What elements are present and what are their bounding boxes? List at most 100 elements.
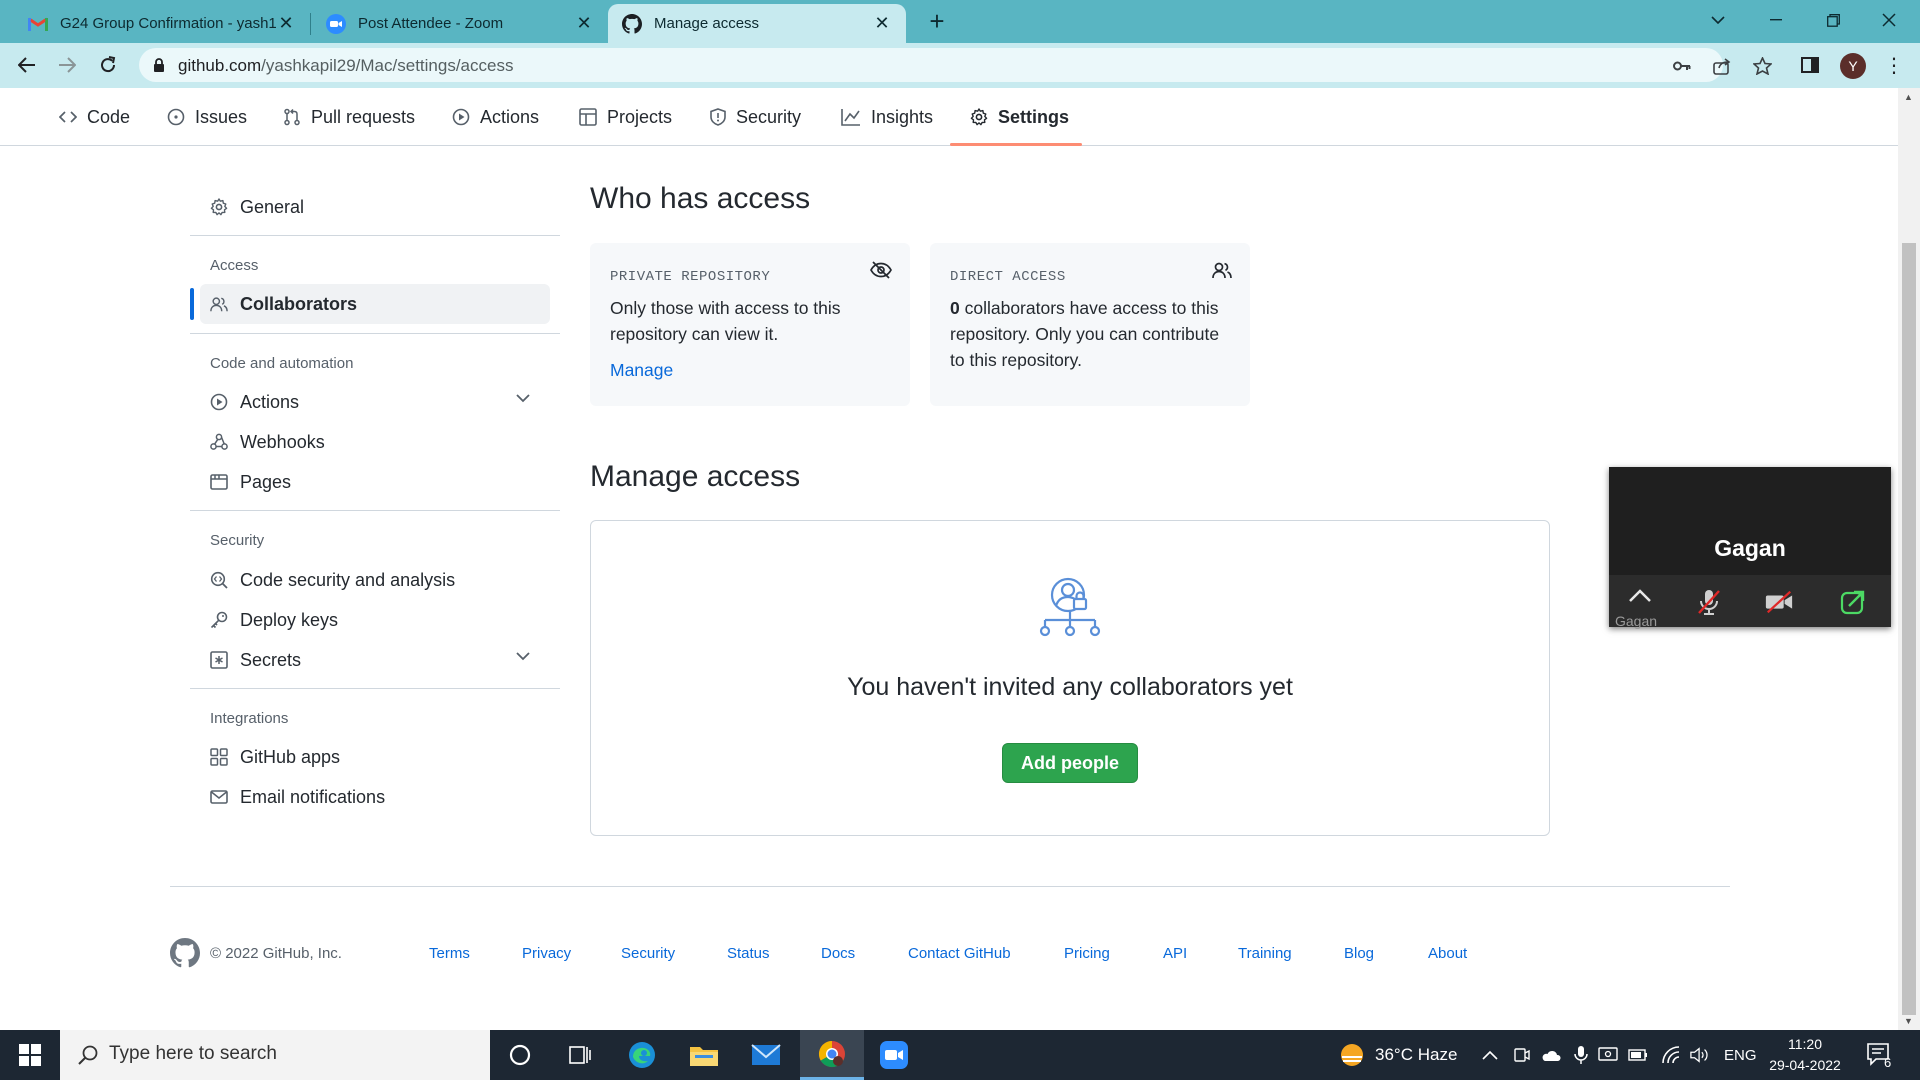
back-button[interactable] — [12, 50, 42, 80]
sidebar-item-code-security[interactable]: Code security and analysis — [190, 560, 550, 600]
repo-tab-pull-requests[interactable]: Pull requests — [283, 88, 415, 146]
key-icon[interactable] — [1672, 56, 1692, 76]
close-tab-icon[interactable]: ✕ — [276, 13, 296, 34]
profile-avatar[interactable]: Y — [1840, 53, 1866, 79]
page-scrollbar[interactable]: ▲ ▼ — [1898, 88, 1920, 1030]
chrome-taskbar-icon[interactable] — [800, 1030, 864, 1080]
side-panel-icon[interactable] — [1799, 54, 1821, 76]
sidebar-item-label: Webhooks — [240, 431, 325, 452]
chevron-down-icon[interactable] — [516, 394, 530, 403]
onedrive-icon[interactable] — [1541, 1045, 1561, 1065]
footer-link-privacy[interactable]: Privacy — [522, 945, 571, 962]
projector-icon[interactable] — [1598, 1045, 1618, 1065]
windows-start-icon[interactable] — [0, 1030, 60, 1080]
collaborators-illustration-icon — [1038, 577, 1102, 646]
play-icon — [452, 108, 470, 126]
codescan-icon — [210, 571, 228, 589]
browser-tab-zoom[interactable]: Post Attendee - Zoom ✕ — [312, 4, 608, 43]
repo-tab-actions[interactable]: Actions — [452, 88, 539, 146]
footer-link-security[interactable]: Security — [621, 945, 675, 962]
share-icon[interactable] — [1712, 56, 1732, 76]
microphone-icon[interactable] — [1571, 1045, 1591, 1065]
speaker-icon[interactable] — [1690, 1045, 1710, 1065]
footer-link-docs[interactable]: Docs — [821, 945, 855, 962]
tab-search-icon[interactable] — [1695, 0, 1741, 40]
taskbar-search-box[interactable]: Type here to search — [60, 1030, 490, 1080]
battery-icon[interactable] — [1628, 1045, 1648, 1065]
browser-menu-icon[interactable]: ⋮ — [1884, 53, 1904, 79]
repo-tab-issues[interactable]: Issues — [167, 88, 247, 146]
play-icon — [210, 393, 228, 411]
repo-tab-code[interactable]: Code — [59, 88, 130, 146]
taskbar-clock[interactable]: 11:20 29-04-2022 — [1760, 1034, 1850, 1076]
weather-text[interactable]: 36°C Haze — [1375, 1030, 1457, 1080]
manage-visibility-link[interactable]: Manage — [610, 360, 673, 381]
restore-button[interactable] — [1810, 0, 1856, 40]
close-window-button[interactable] — [1866, 0, 1912, 40]
footer-link-api[interactable]: API — [1163, 945, 1187, 962]
file-explorer-icon[interactable] — [674, 1030, 734, 1080]
browser-tab-gmail[interactable]: G24 Group Confirmation - yash1@ ✕ — [14, 4, 310, 43]
chevron-up-icon[interactable] — [1625, 581, 1655, 611]
share-screen-icon[interactable] — [1838, 587, 1868, 617]
close-tab-icon[interactable]: ✕ — [872, 13, 892, 34]
sidebar-item-email-notifications[interactable]: Email notifications — [190, 777, 550, 817]
footer-link-about[interactable]: About — [1428, 945, 1467, 962]
key-icon — [210, 611, 228, 629]
mic-muted-icon[interactable] — [1694, 587, 1724, 617]
footer-link-status[interactable]: Status — [727, 945, 770, 962]
manage-access-heading: Manage access — [590, 460, 801, 493]
github-mark-icon[interactable] — [170, 938, 200, 973]
lock-icon[interactable] — [153, 58, 165, 77]
footer-link-contact[interactable]: Contact GitHub — [908, 945, 1011, 962]
chevron-up-icon[interactable] — [1480, 1045, 1500, 1065]
repo-tab-security[interactable]: Security — [710, 88, 801, 146]
cortana-icon[interactable] — [490, 1030, 550, 1080]
footer-link-pricing[interactable]: Pricing — [1064, 945, 1110, 962]
task-view-icon[interactable] — [550, 1030, 610, 1080]
repo-tab-insights[interactable]: Insights — [841, 88, 933, 146]
scroll-down-arrow-icon[interactable]: ▼ — [1904, 1016, 1913, 1026]
footer-link-blog[interactable]: Blog — [1344, 945, 1374, 962]
zoom-icon — [326, 13, 346, 34]
wifi-icon[interactable] — [1661, 1045, 1681, 1065]
reload-button[interactable] — [93, 50, 123, 80]
zoom-video-panel[interactable]: Gagan Gagan — [1609, 467, 1891, 629]
windows-taskbar: Type here to search 36°C Haze ENG 11:20 … — [0, 1030, 1920, 1080]
edge-browser-icon[interactable] — [612, 1030, 672, 1080]
minimize-button[interactable] — [1753, 0, 1799, 40]
card-label: DIRECT ACCESS — [950, 269, 1066, 285]
video-off-icon[interactable] — [1764, 587, 1794, 617]
forward-button[interactable] — [52, 50, 82, 80]
close-tab-icon[interactable]: ✕ — [574, 13, 594, 34]
sidebar-item-general[interactable]: General — [190, 187, 550, 227]
tab-separator — [310, 13, 311, 35]
sidebar-item-collaborators[interactable]: Collaborators — [200, 284, 550, 324]
add-people-button[interactable]: Add people — [1002, 743, 1138, 783]
browser-tab-github[interactable]: Manage access ✕ — [608, 4, 906, 43]
repo-tab-projects[interactable]: Projects — [579, 88, 672, 146]
sidebar-item-label: Code security and analysis — [240, 569, 456, 590]
address-bar[interactable]: github.com/yashkapil29/Mac/settings/acce… — [139, 48, 1772, 82]
zoom-taskbar-icon[interactable] — [864, 1030, 924, 1080]
sidebar-item-actions[interactable]: Actions — [190, 382, 550, 422]
notification-center-icon[interactable] — [1866, 1042, 1896, 1073]
sidebar-item-deploy-keys[interactable]: Deploy keys — [190, 600, 550, 640]
new-tab-button[interactable]: + — [923, 8, 951, 36]
sidebar-item-pages[interactable]: Pages — [190, 462, 550, 502]
sidebar-item-secrets[interactable]: Secrets — [190, 640, 550, 680]
mail-app-icon[interactable] — [736, 1030, 796, 1080]
repo-tab-settings[interactable]: Settings — [970, 88, 1069, 146]
sidebar-item-webhooks[interactable]: Webhooks — [190, 422, 550, 462]
footer-link-training[interactable]: Training — [1238, 945, 1292, 962]
weather-icon[interactable] — [1339, 1042, 1365, 1068]
language-indicator[interactable]: ENG — [1724, 1030, 1757, 1080]
bookmark-star-icon[interactable] — [1752, 56, 1772, 76]
chevron-down-icon[interactable] — [516, 652, 530, 661]
scroll-up-arrow-icon[interactable]: ▲ — [1904, 92, 1913, 102]
meet-now-icon[interactable] — [1512, 1045, 1532, 1065]
sidebar-item-label: General — [240, 196, 305, 217]
footer-link-terms[interactable]: Terms — [429, 945, 470, 962]
sidebar-item-github-apps[interactable]: GitHub apps — [190, 737, 550, 777]
scrollbar-thumb[interactable] — [1902, 243, 1916, 1015]
